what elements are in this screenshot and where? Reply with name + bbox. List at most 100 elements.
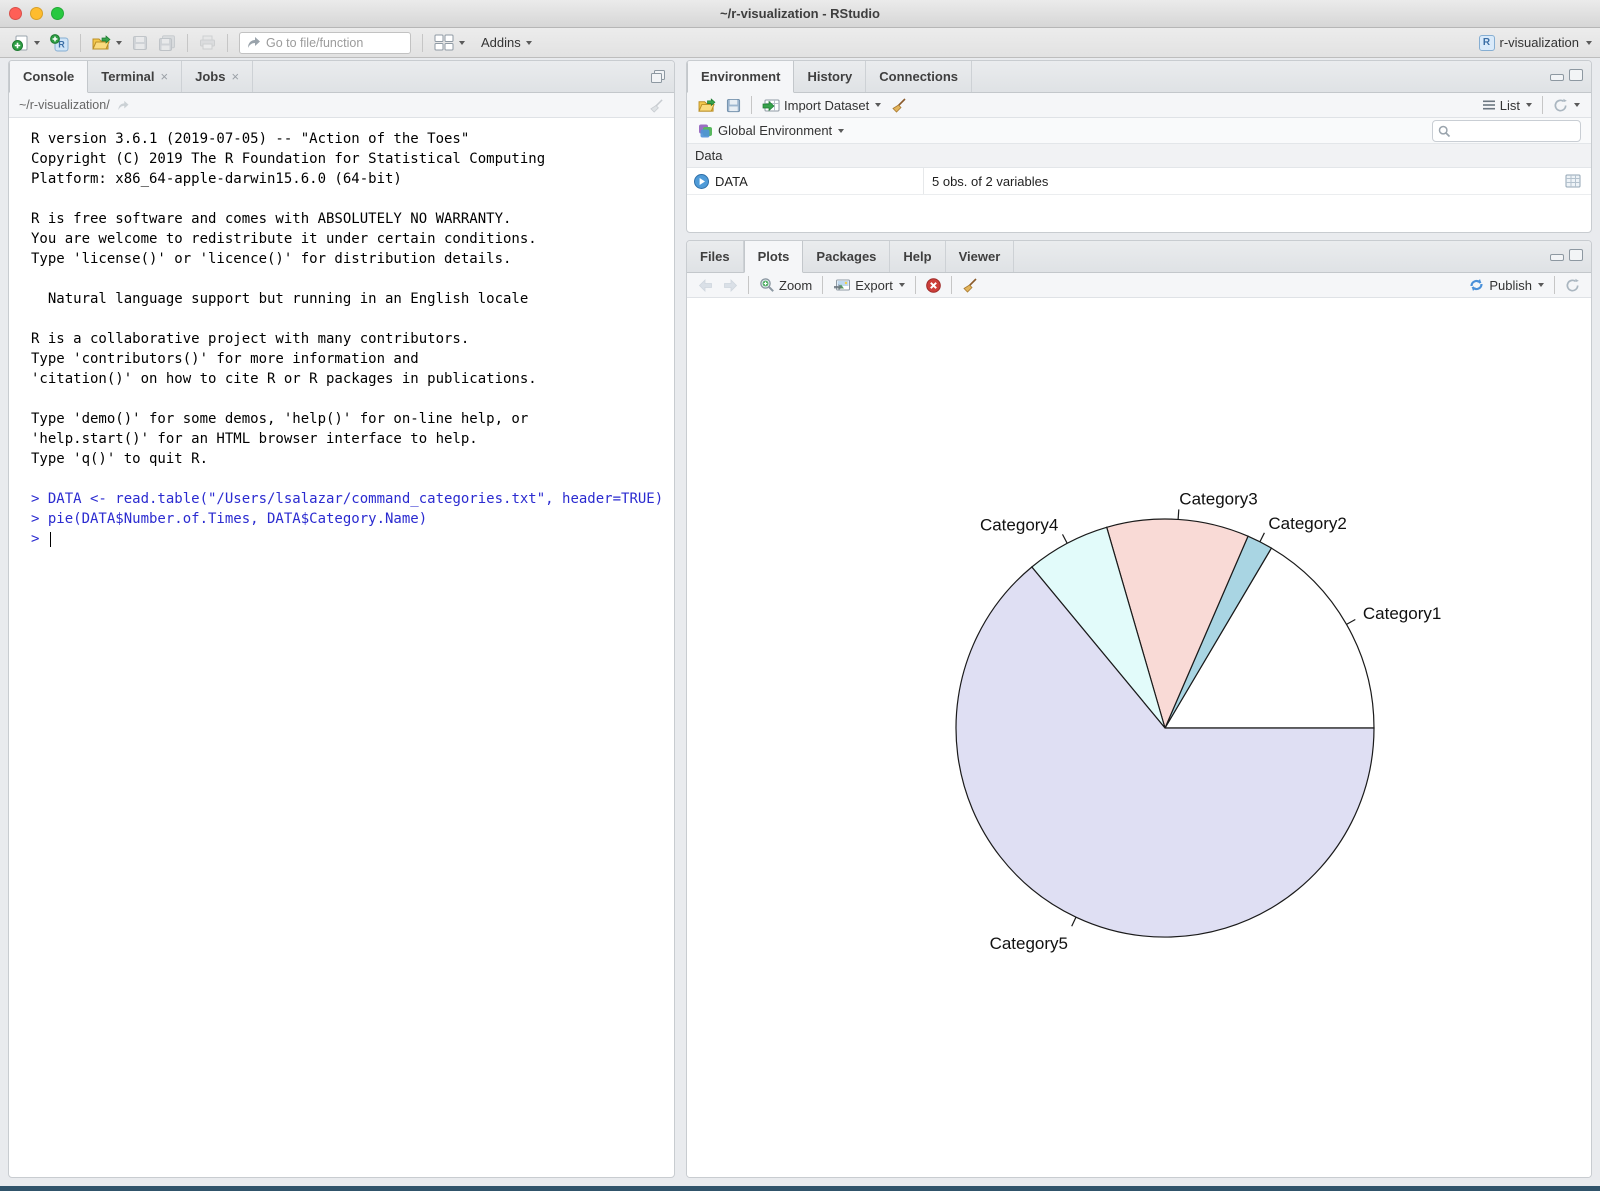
tab-viewer-label: Viewer <box>959 249 1001 264</box>
tab-plots-label: Plots <box>758 249 790 264</box>
environment-object-row[interactable]: DATA 5 obs. of 2 variables <box>687 168 1591 195</box>
refresh-environment-button[interactable] <box>1548 93 1585 117</box>
pie-slice-label: Category5 <box>990 934 1068 953</box>
export-caret <box>899 283 905 287</box>
goto-file-box[interactable] <box>239 32 411 54</box>
save-workspace-button[interactable] <box>721 93 746 117</box>
addins-label: Addins <box>481 35 521 50</box>
minimize-pane-icon[interactable] <box>1550 74 1564 81</box>
tab-console[interactable]: Console <box>9 61 88 93</box>
addins-caret <box>526 41 532 45</box>
pane-maximize-icon[interactable] <box>650 69 666 84</box>
environment-toolbar: Import Dataset List <box>687 93 1591 118</box>
goto-file-input[interactable] <box>266 36 386 50</box>
pie-chart: Category1Category2Category3Category4Cate… <box>687 298 1592 1178</box>
toolbar-separator <box>822 276 823 294</box>
console-tabbar: Console Terminal × Jobs × <box>9 61 674 93</box>
clear-environment-button[interactable] <box>886 93 912 117</box>
console-prompt: > <box>31 531 48 547</box>
environment-view-mode-button[interactable]: List <box>1477 93 1537 117</box>
toolbar-separator <box>1542 96 1543 114</box>
new-file-icon <box>12 34 29 51</box>
pie-slice-label: Category2 <box>1268 514 1346 533</box>
table-grid-icon[interactable] <box>1565 174 1581 188</box>
environment-search-input[interactable] <box>1455 124 1570 138</box>
open-folder-icon <box>698 98 716 113</box>
print-icon <box>199 35 216 50</box>
tab-jobs[interactable]: Jobs × <box>182 61 253 92</box>
addins-button[interactable]: Addins <box>477 33 536 52</box>
console-blank-line <box>31 469 666 489</box>
toolbar-separator <box>1554 276 1555 294</box>
project-menu-button[interactable]: R r-visualization <box>1479 35 1592 51</box>
remove-plot-button[interactable] <box>921 273 946 297</box>
maximize-pane-icon[interactable] <box>1569 249 1583 261</box>
plots-toolbar: Zoom Export <box>687 273 1591 298</box>
tab-plots[interactable]: Plots <box>744 241 804 273</box>
tab-history-label: History <box>807 69 852 84</box>
publish-button[interactable]: Publish <box>1463 273 1549 297</box>
export-plot-button[interactable]: Export <box>828 273 910 297</box>
zoom-plot-button[interactable]: Zoom <box>754 273 817 297</box>
load-workspace-button[interactable] <box>693 93 721 117</box>
environment-scope-caret <box>838 129 844 133</box>
tab-connections[interactable]: Connections <box>866 61 972 92</box>
open-file-button[interactable] <box>88 33 126 53</box>
play-circle-icon[interactable] <box>694 174 709 189</box>
console-subbar: ~/r-visualization/ <box>9 93 674 118</box>
minimize-pane-icon[interactable] <box>1550 254 1564 261</box>
rstudio-window: ~/r-visualization - RStudio R <box>0 0 1600 1191</box>
tab-files[interactable]: Files <box>687 241 744 272</box>
share-arrow-icon[interactable] <box>116 100 130 111</box>
environment-scope-button[interactable]: Global Environment <box>695 118 849 143</box>
tab-packages[interactable]: Packages <box>803 241 890 272</box>
pie-label-tick <box>1072 917 1076 926</box>
zoom-label: Zoom <box>779 278 812 293</box>
console-prompt: > <box>31 491 48 507</box>
broom-icon[interactable] <box>649 98 664 113</box>
import-dataset-caret <box>875 103 881 107</box>
maximize-pane-icon[interactable] <box>1569 69 1583 81</box>
pie-label-tick <box>1347 620 1356 625</box>
previous-plot-button <box>693 273 718 297</box>
console-command: > DATA <- read.table("/Users/lsalazar/co… <box>31 489 666 509</box>
project-name: r-visualization <box>1500 35 1579 50</box>
pie-slice-label: Category4 <box>980 516 1058 535</box>
import-dataset-label: Import Dataset <box>784 98 869 113</box>
tab-terminal[interactable]: Terminal × <box>88 61 182 92</box>
publish-label: Publish <box>1489 278 1532 293</box>
open-file-caret <box>116 41 122 45</box>
new-file-button[interactable] <box>8 32 44 53</box>
forward-icon <box>723 279 738 292</box>
global-env-icon <box>697 123 714 139</box>
environment-search-box[interactable] <box>1432 120 1581 142</box>
refresh-caret <box>1574 103 1580 107</box>
tab-viewer[interactable]: Viewer <box>946 241 1015 272</box>
console-output[interactable]: R version 3.6.1 (2019-07-05) -- "Action … <box>9 118 674 549</box>
console-intro-text: R version 3.6.1 (2019-07-05) -- "Action … <box>31 129 666 469</box>
close-icon[interactable]: × <box>231 69 239 84</box>
goto-arrow-icon <box>246 36 261 49</box>
data-section-header: Data <box>687 144 1591 168</box>
refresh-icon <box>1565 278 1580 293</box>
tab-connections-label: Connections <box>879 69 958 84</box>
refresh-plot-button[interactable] <box>1560 273 1585 297</box>
tab-history[interactable]: History <box>794 61 866 92</box>
tab-console-label: Console <box>23 69 74 84</box>
tab-help[interactable]: Help <box>890 241 945 272</box>
clear-all-plots-button[interactable] <box>957 273 983 297</box>
new-project-button[interactable]: R <box>46 32 73 54</box>
import-dataset-button[interactable]: Import Dataset <box>757 93 886 117</box>
console-pane: Console Terminal × Jobs × ~/r-visualizat… <box>8 60 675 1178</box>
pane-layout-button[interactable] <box>430 32 469 53</box>
tab-environment[interactable]: Environment <box>687 61 794 93</box>
close-icon[interactable]: × <box>161 69 169 84</box>
save-all-button <box>154 33 180 53</box>
toolbar-separator <box>748 276 749 294</box>
pie-slice-label: Category1 <box>1363 604 1441 623</box>
console-input-line[interactable]: > <box>31 529 666 549</box>
command-text: pie(DATA$Number.of.Times, DATA$Category.… <box>48 511 427 527</box>
console-prompt: > <box>31 511 48 527</box>
toolbar-separator <box>951 276 952 294</box>
refresh-icon <box>1553 98 1568 113</box>
